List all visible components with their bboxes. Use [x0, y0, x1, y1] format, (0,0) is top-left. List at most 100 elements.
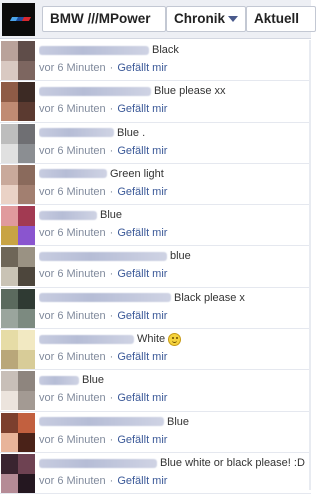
like-link[interactable]: Gefällt mir [117, 186, 167, 198]
blurred-commenter-name[interactable] [39, 293, 171, 303]
commenter-avatar[interactable] [1, 123, 35, 163]
blurred-commenter-name[interactable] [39, 334, 134, 344]
meta-separator: · [109, 62, 114, 74]
avatar-pixel-block [1, 288, 18, 309]
avatar-pixel-block [18, 432, 35, 452]
comment-timestamp[interactable]: vor 6 Minuten [39, 268, 106, 280]
blurred-commenter-name[interactable] [39, 458, 157, 468]
comment-body: Blue [82, 374, 105, 387]
commenter-avatar[interactable] [1, 206, 35, 246]
commenter-avatar[interactable] [1, 247, 35, 287]
like-link[interactable]: Gefällt mir [117, 351, 167, 363]
comment-timestamp[interactable]: vor 6 Minuten [39, 145, 106, 157]
comment-item: Blue white or black please! :D vor 6 Minu… [0, 453, 311, 494]
avatar-pixel-block [1, 453, 18, 474]
comment-item: White vor 6 Minuten · Gefällt mir [0, 329, 311, 371]
commenter-avatar[interactable] [1, 330, 35, 370]
comment-timestamp[interactable]: vor 6 Minuten [39, 103, 106, 115]
avatar-pixel-block [1, 164, 18, 185]
comment-text-line: Black [39, 42, 311, 58]
commenter-avatar[interactable] [1, 41, 35, 80]
like-link[interactable]: Gefällt mir [117, 392, 167, 404]
m-stripe-red [21, 17, 32, 21]
avatar-pixel-block [18, 123, 35, 144]
comment-item: Blue vor 6 Minuten · Gefällt mir [0, 370, 311, 412]
page-avatar-logo[interactable] [2, 3, 35, 36]
avatar-pixel-block [18, 350, 35, 370]
avatar-pixel-block [1, 41, 18, 61]
comment-item: Blue vor 6 Minuten · Gefällt mir [0, 412, 311, 453]
blurred-commenter-name[interactable] [39, 210, 97, 220]
comment-timestamp[interactable]: vor 6 Minuten [39, 434, 106, 446]
page-name-link[interactable]: BMW ///MPower [42, 6, 166, 32]
like-link[interactable]: Gefällt mir [117, 227, 167, 239]
comment-body: Green light [110, 167, 164, 180]
comment-item: Blue . vor 6 Minuten · Gefällt mir [0, 123, 311, 164]
comment-meta: vor 6 Minuten · Gefällt mir [39, 144, 167, 158]
avatar-pixel-block [1, 308, 18, 328]
like-link[interactable]: Gefällt mir [117, 268, 167, 280]
avatar-pixel-block [1, 473, 18, 493]
comment-timestamp[interactable]: vor 6 Minuten [39, 475, 106, 487]
meta-separator: · [109, 185, 114, 198]
blurred-commenter-name[interactable] [39, 169, 107, 179]
blurred-commenter-name[interactable] [39, 417, 164, 427]
comment-item: Black please x vor 6 Minuten · Gefällt mir [0, 288, 311, 330]
avatar-pixel-block [18, 453, 35, 474]
comment-timestamp[interactable]: vor 6 Minuten [39, 186, 106, 198]
commenter-avatar[interactable] [1, 412, 35, 452]
comment-timestamp[interactable]: vor 6 Minuten [39, 351, 106, 363]
blurred-commenter-name[interactable] [39, 128, 114, 138]
comment-timestamp[interactable]: vor 6 Minuten [39, 310, 106, 322]
commenter-avatar[interactable] [1, 371, 35, 411]
comment-text-line: blue [39, 248, 311, 264]
comment-text-line: Black please x [39, 290, 311, 306]
comment-body: Blue . [117, 126, 146, 139]
commenter-avatar[interactable] [1, 288, 35, 328]
comment-list: Black vor 6 Minuten · Gefällt mir Blue pleas… [0, 40, 311, 494]
like-link[interactable]: Gefällt mir [117, 62, 167, 74]
like-link[interactable]: Gefällt mir [117, 434, 167, 446]
avatar-pixel-block [18, 226, 35, 246]
avatar-pixel-block [1, 206, 18, 227]
comment-text-line: White [39, 331, 311, 347]
scrollbar-track[interactable] [309, 40, 311, 490]
chevron-down-icon [228, 16, 238, 22]
blurred-commenter-name[interactable] [39, 86, 151, 96]
avatar-pixel-block [1, 371, 18, 392]
comment-timestamp[interactable]: vor 6 Minuten [39, 392, 106, 404]
like-link[interactable]: Gefällt mir [117, 310, 167, 322]
comment-meta: vor 6 Minuten · Gefällt mir [39, 391, 167, 405]
meta-separator: · [109, 103, 114, 116]
commenter-avatar[interactable] [1, 82, 35, 122]
comment-text-line: Blue white or black please! :D [39, 455, 311, 471]
current-button[interactable]: Aktuell [246, 6, 316, 32]
blurred-commenter-name[interactable] [39, 45, 149, 55]
comment-item: blue vor 6 Minuten · Gefällt mir [0, 246, 311, 288]
meta-separator: · [109, 268, 114, 281]
comment-meta: vor 6 Minuten · Gefällt mir [39, 433, 167, 447]
meta-separator: · [109, 227, 114, 240]
comment-item: Green light vor 6 Minuten · Gefällt mir [0, 164, 311, 206]
comment-text-line: Blue [39, 414, 311, 430]
comment-body: Blue please xx [154, 85, 226, 98]
like-link[interactable]: Gefällt mir [117, 103, 167, 115]
timeline-dropdown[interactable]: Chronik [166, 6, 246, 32]
comment-timestamp[interactable]: vor 6 Minuten [39, 62, 106, 74]
meta-separator: · [109, 392, 114, 405]
comment-text-line: Blue . [39, 125, 311, 141]
comment-meta: vor 6 Minuten · Gefällt mir [39, 474, 167, 488]
avatar-pixel-block [1, 123, 18, 144]
avatar-pixel-block [18, 247, 35, 268]
blurred-commenter-name[interactable] [39, 375, 79, 385]
commenter-avatar[interactable] [1, 453, 35, 493]
comment-meta: vor 6 Minuten · Gefällt mir [39, 226, 167, 240]
comment-timestamp[interactable]: vor 6 Minuten [39, 227, 106, 239]
blurred-commenter-name[interactable] [39, 252, 167, 262]
comment-meta: vor 6 Minuten · Gefällt mir [39, 102, 167, 116]
like-link[interactable]: Gefällt mir [117, 475, 167, 487]
commenter-avatar[interactable] [1, 164, 35, 204]
comment-body: Blue white or black please! :D [160, 456, 305, 469]
avatar-pixel-block [18, 412, 35, 433]
like-link[interactable]: Gefällt mir [117, 145, 167, 157]
